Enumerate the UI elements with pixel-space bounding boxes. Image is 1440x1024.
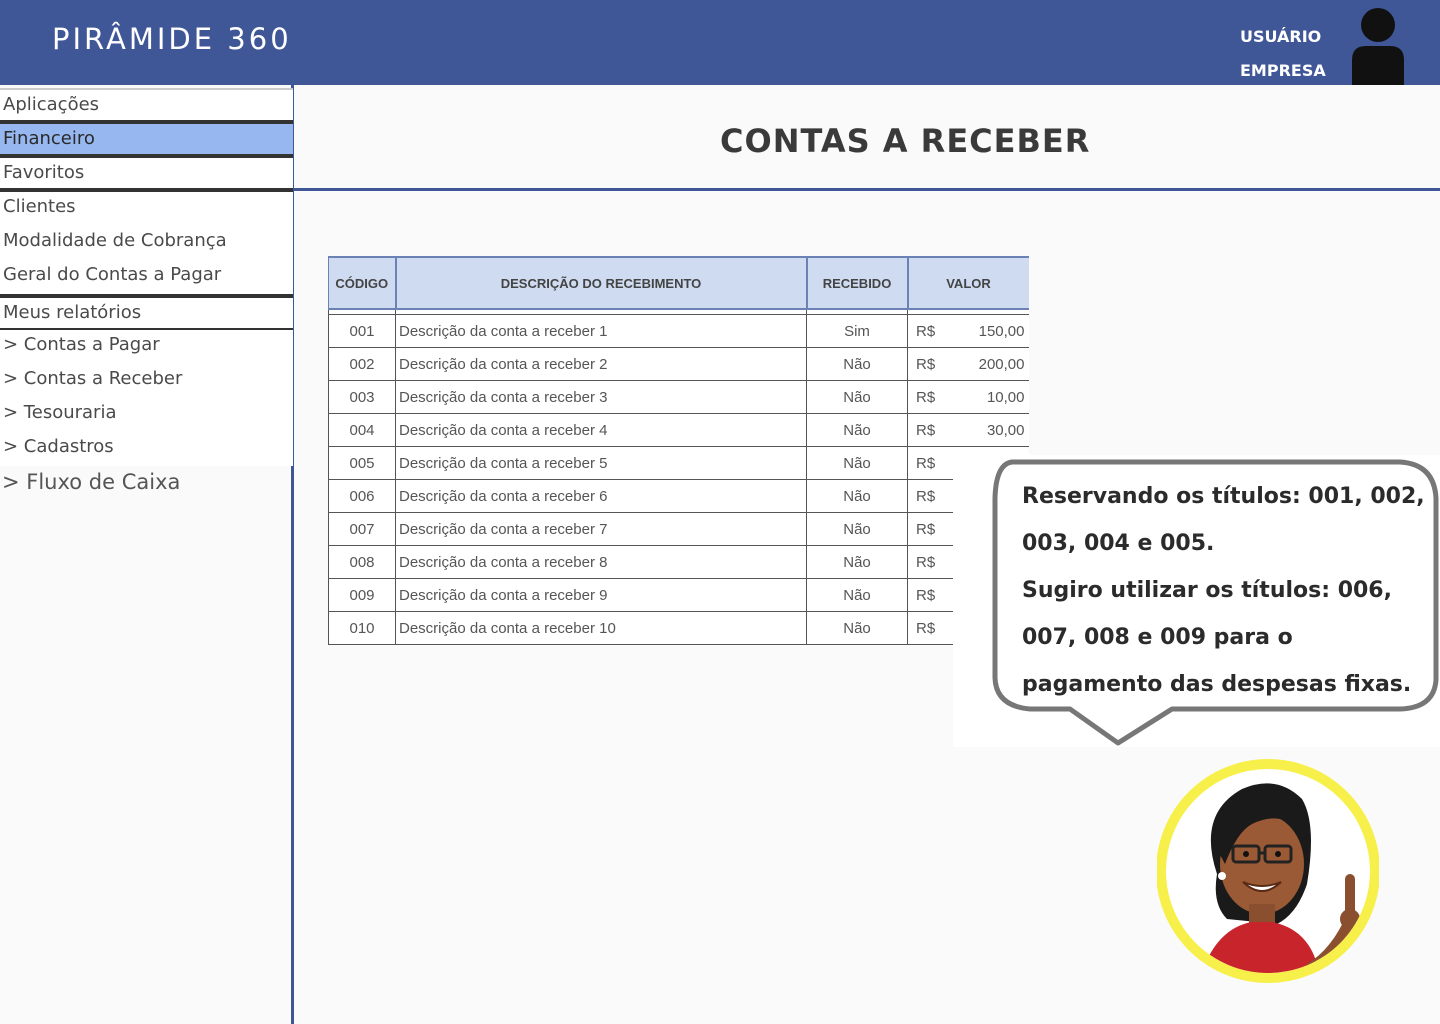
sidebar-item-contas-receber[interactable]: > Contas a Receber xyxy=(0,364,293,398)
sidebar-item-aplicacoes[interactable]: Aplicações xyxy=(0,88,293,122)
table-row[interactable]: 001 Descrição da conta a receber 1 Sim R$ 15… xyxy=(328,314,1029,348)
assistant-message: Reservando os títulos: 001, 002, 003, 00… xyxy=(1022,473,1432,708)
cell-recebido: Não xyxy=(806,479,908,513)
receivables-table: CÓDIGO DESCRIÇÃO DO RECEBIMENTO RECEBIDO… xyxy=(328,256,1029,645)
cell-codigo: 003 xyxy=(328,380,396,414)
user-label: USUÁRIO xyxy=(1240,27,1322,46)
cell-recebido: Não xyxy=(806,545,908,579)
sidebar-group-cadastros: Clientes Modalidade de Cobrança Geral do… xyxy=(0,190,293,296)
page-title: CONTAS A RECEBER xyxy=(720,122,1091,160)
currency-symbol: R$ xyxy=(916,487,936,505)
cell-valor: R$ 150,00 xyxy=(907,314,1029,348)
table-row[interactable]: 002 Descrição da conta a receber 2 Não R$ 20… xyxy=(328,347,1029,381)
assistant-avatar xyxy=(1157,759,1379,983)
sidebar-item-cadastros[interactable]: > Cadastros xyxy=(0,432,293,466)
user-info[interactable]: USUÁRIO EMPRESA xyxy=(1240,20,1326,88)
cell-recebido: Não xyxy=(806,380,908,414)
sidebar-item-clientes[interactable]: Clientes xyxy=(0,192,293,226)
amount: 30,00 xyxy=(986,421,1025,439)
cell-codigo: 008 xyxy=(328,545,396,579)
cell-descricao: Descrição da conta a receber 9 xyxy=(395,578,807,612)
cell-codigo: 009 xyxy=(328,578,396,612)
sidebar-item-tesouraria[interactable]: > Tesouraria xyxy=(0,398,293,432)
cell-recebido: Não xyxy=(806,578,908,612)
cell-codigo: 002 xyxy=(328,347,396,381)
table-row[interactable]: 006Descrição da conta a receber 6NãoR$45… xyxy=(328,479,1029,513)
cell-recebido: Não xyxy=(806,413,908,447)
cell-codigo: 004 xyxy=(328,413,396,447)
column-header-codigo: CÓDIGO xyxy=(328,256,396,310)
cell-descricao: Descrição da conta a receber 4 xyxy=(395,413,807,447)
cell-descricao: Descrição da conta a receber 5 xyxy=(395,446,807,480)
sidebar-item-contas-pagar[interactable]: > Contas a Pagar xyxy=(0,330,293,364)
currency-symbol: R$ xyxy=(916,520,936,538)
currency-symbol: R$ xyxy=(916,322,936,340)
table-row[interactable]: 009Descrição da conta a receber 9NãoR$11… xyxy=(328,578,1029,612)
sidebar-menu: Aplicações Financeiro Favoritos Clientes… xyxy=(0,88,293,466)
user-avatar-icon[interactable] xyxy=(1352,8,1404,85)
cell-valor: R$ 10,00 xyxy=(907,380,1029,414)
amount: 200,00 xyxy=(978,355,1025,373)
sidebar-group-relatorios: > Contas a Pagar > Contas a Receber > Te… xyxy=(0,330,293,466)
sidebar-item-geral-contas-pagar[interactable]: Geral do Contas a Pagar xyxy=(0,260,293,294)
cell-descricao: Descrição da conta a receber 6 xyxy=(395,479,807,513)
sidebar-item-modalidade-cobranca[interactable]: Modalidade de Cobrança xyxy=(0,226,293,260)
cell-descricao: Descrição da conta a receber 7 xyxy=(395,512,807,546)
cell-descricao: Descrição da conta a receber 1 xyxy=(395,314,807,348)
cell-descricao: Descrição da conta a receber 10 xyxy=(395,611,807,645)
cell-recebido: Não xyxy=(806,347,908,381)
table-row[interactable]: 008Descrição da conta a receber 8NãoR$10… xyxy=(328,545,1029,579)
cell-descricao: Descrição da conta a receber 2 xyxy=(395,347,807,381)
cell-codigo: 005 xyxy=(328,446,396,480)
assistant-message-line1: Reservando os títulos: 001, 002, 003, 00… xyxy=(1022,484,1425,556)
sidebar-item-financeiro[interactable]: Financeiro xyxy=(0,122,293,156)
company-label: EMPRESA xyxy=(1240,61,1326,80)
column-header-valor: VALOR xyxy=(906,256,1029,310)
currency-symbol: R$ xyxy=(916,619,936,637)
table-row[interactable]: 007Descrição da conta a receber 7NãoR$75… xyxy=(328,512,1029,546)
cell-codigo: 001 xyxy=(328,314,396,348)
amount: 10,00 xyxy=(986,388,1025,406)
currency-symbol: R$ xyxy=(916,586,936,604)
cell-descricao: Descrição da conta a receber 8 xyxy=(395,545,807,579)
amount: 150,00 xyxy=(978,322,1025,340)
cell-codigo: 010 xyxy=(328,611,396,645)
sidebar-item-meus-relatorios[interactable]: Meus relatórios xyxy=(0,296,293,330)
table-header-row: CÓDIGO DESCRIÇÃO DO RECEBIMENTO RECEBIDO… xyxy=(328,256,1029,310)
cell-descricao: Descrição da conta a receber 3 xyxy=(395,380,807,414)
cell-valor: R$ 30,00 xyxy=(907,413,1029,447)
table-row[interactable]: 005Descrição da conta a receber 5NãoR$20… xyxy=(328,446,1029,480)
cell-recebido: Não xyxy=(806,446,908,480)
currency-symbol: R$ xyxy=(916,388,936,406)
cell-codigo: 006 xyxy=(328,479,396,513)
cell-recebido: Não xyxy=(806,611,908,645)
currency-symbol: R$ xyxy=(916,355,936,373)
sidebar-item-favoritos[interactable]: Favoritos xyxy=(0,156,293,190)
cell-recebido: Não xyxy=(806,512,908,546)
cell-codigo: 007 xyxy=(328,512,396,546)
brand-logo: PIRÂMIDE 360 xyxy=(52,22,292,56)
column-header-recebido: RECEBIDO xyxy=(805,256,908,310)
cell-recebido: Sim xyxy=(806,314,908,348)
sidebar-item-fluxo-caixa[interactable]: > Fluxo de Caixa xyxy=(2,470,180,494)
column-header-descricao: DESCRIÇÃO DO RECEBIMENTO xyxy=(394,256,807,310)
assistant-message-line2: Sugiro utilizar os títulos: 006, 007, 00… xyxy=(1022,578,1412,697)
table-row[interactable]: 003 Descrição da conta a receber 3 Não R$ 10… xyxy=(328,380,1029,414)
title-divider xyxy=(294,188,1440,191)
table-row[interactable]: 004 Descrição da conta a receber 4 Não R$ 30… xyxy=(328,413,1029,447)
cell-valor: R$ 200,00 xyxy=(907,347,1029,381)
table-row[interactable]: 010Descrição da conta a receber 10NãoR$2… xyxy=(328,611,1029,645)
currency-symbol: R$ xyxy=(916,454,936,472)
top-header: PIRÂMIDE 360 USUÁRIO EMPRESA xyxy=(0,0,1440,85)
currency-symbol: R$ xyxy=(916,553,936,571)
currency-symbol: R$ xyxy=(916,421,936,439)
